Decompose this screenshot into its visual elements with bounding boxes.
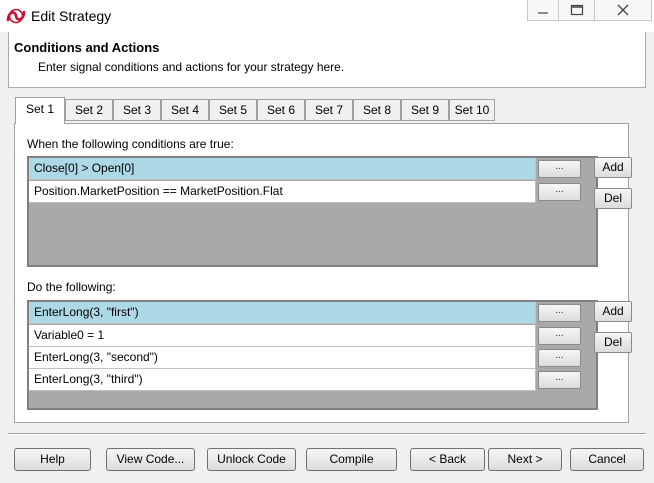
tab-set-3[interactable]: Set 3: [113, 99, 161, 121]
maximize-button[interactable]: [558, 0, 594, 21]
title-bar[interactable]: Edit Strategy: [0, 0, 654, 32]
tab-panel-set-1: When the following conditions are true: …: [14, 123, 632, 423]
delete-condition-button[interactable]: Del: [594, 188, 632, 209]
action-row[interactable]: EnterLong(3, "first"): [29, 302, 536, 324]
back-button[interactable]: < Back: [410, 448, 485, 471]
actions-list[interactable]: EnterLong(3, "first") ... Variable0 = 1 …: [27, 300, 598, 410]
footer-separator: [8, 433, 646, 435]
action-edit-button[interactable]: ...: [538, 349, 581, 367]
compile-button[interactable]: Compile: [306, 448, 397, 471]
tab-set-2[interactable]: Set 2: [65, 99, 113, 121]
minimize-button[interactable]: [527, 0, 558, 21]
tab-set-4[interactable]: Set 4: [161, 99, 209, 121]
close-button[interactable]: [594, 0, 652, 21]
tab-set-7[interactable]: Set 7: [305, 99, 353, 121]
tab-set-8[interactable]: Set 8: [353, 99, 401, 121]
condition-edit-button[interactable]: ...: [538, 160, 581, 178]
action-edit-button[interactable]: ...: [538, 371, 581, 389]
delete-action-button[interactable]: Del: [594, 332, 632, 353]
ninjatrader-logo-icon: [6, 8, 26, 24]
tab-set-9[interactable]: Set 9: [401, 99, 449, 121]
header-title: Conditions and Actions: [14, 40, 160, 55]
conditions-list[interactable]: Close[0] > Open[0] ... Position.MarketPo…: [27, 156, 598, 267]
view-code-button[interactable]: View Code...: [106, 448, 195, 471]
conditions-label: When the following conditions are true:: [27, 137, 234, 151]
condition-edit-button[interactable]: ...: [538, 183, 581, 201]
condition-row[interactable]: Close[0] > Open[0]: [29, 158, 536, 180]
action-row[interactable]: EnterLong(3, "third"): [29, 369, 536, 391]
tab-set-10[interactable]: Set 10: [449, 99, 495, 121]
wizard-header: Conditions and Actions Enter signal cond…: [8, 32, 646, 88]
action-row[interactable]: EnterLong(3, "second"): [29, 347, 536, 369]
next-button[interactable]: Next >: [488, 448, 562, 471]
action-edit-button[interactable]: ...: [538, 304, 581, 322]
minimize-icon: [538, 12, 548, 14]
maximize-icon: [570, 4, 583, 16]
cancel-button[interactable]: Cancel: [570, 448, 644, 471]
close-icon: [617, 4, 629, 16]
window-title: Edit Strategy: [31, 8, 112, 24]
condition-row[interactable]: Position.MarketPosition == MarketPositio…: [29, 181, 536, 203]
tab-set-1[interactable]: Set 1: [15, 97, 65, 124]
add-condition-button[interactable]: Add: [594, 157, 632, 178]
tab-set-6[interactable]: Set 6: [257, 99, 305, 121]
header-subtitle: Enter signal conditions and actions for …: [38, 60, 345, 74]
add-action-button[interactable]: Add: [594, 301, 632, 322]
actions-label: Do the following:: [27, 280, 116, 294]
help-button[interactable]: Help: [14, 448, 91, 471]
tab-set-5[interactable]: Set 5: [209, 99, 257, 121]
action-edit-button[interactable]: ...: [538, 327, 581, 345]
unlock-code-button[interactable]: Unlock Code: [207, 448, 296, 471]
action-row[interactable]: Variable0 = 1: [29, 325, 536, 347]
